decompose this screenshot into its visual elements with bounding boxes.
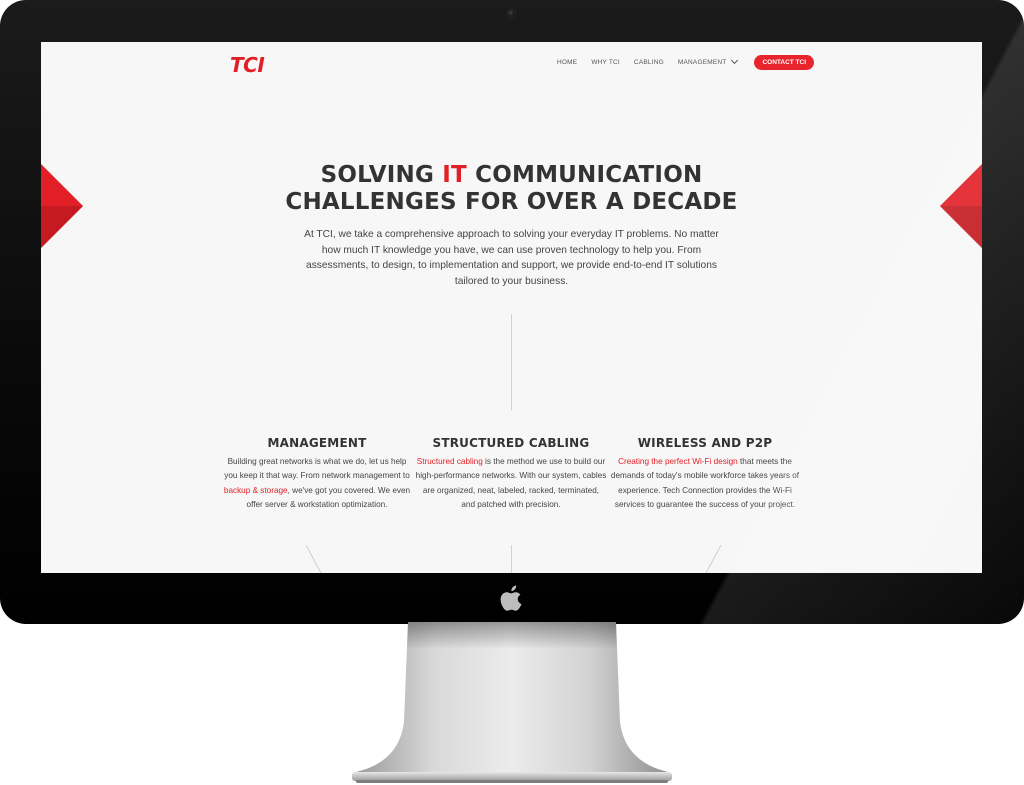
- column-title: STRUCTURED CABLING: [432, 436, 590, 450]
- nav-management[interactable]: MANAGEMENT: [677, 56, 739, 66]
- hero-description: At TCI, we take a comprehensive approach…: [304, 229, 719, 287]
- column-link[interactable]: Creating the perfect Wi-Fi design: [618, 457, 738, 466]
- chevron-down-icon: [731, 56, 739, 65]
- column-link[interactable]: Structured cabling: [417, 457, 483, 466]
- column-text: Creating the perfect Wi-Fi design that m…: [609, 455, 801, 512]
- divider-line: [305, 545, 322, 573]
- hero-title-pre: SOLVING: [320, 162, 443, 188]
- column-text: Structured cabling is the method we use …: [415, 455, 607, 512]
- column-management: MANAGEMENT Building great networks is wh…: [221, 436, 413, 512]
- contact-button[interactable]: CONTACT TCI: [754, 54, 815, 70]
- hero-title: SOLVING IT COMMUNICATION CHALLENGES FOR …: [241, 162, 782, 216]
- monitor-stand: [352, 622, 672, 783]
- nav-management-label: MANAGEMENT: [677, 58, 727, 66]
- red-arrow-right-icon[interactable]: [940, 162, 982, 250]
- divider-line: [511, 314, 512, 410]
- column-wireless: WIRELESS AND P2P Creating the perfect Wi…: [609, 436, 801, 512]
- column-title: MANAGEMENT: [267, 436, 367, 450]
- column-title: WIRELESS AND P2P: [637, 436, 773, 450]
- column-structured-cabling: STRUCTURED CABLING Structured cabling is…: [415, 436, 607, 512]
- camera-icon: [507, 9, 516, 18]
- apple-logo-icon: [500, 585, 522, 611]
- divider-line: [705, 545, 722, 573]
- hero-title-accent: IT: [442, 162, 467, 188]
- column-link[interactable]: backup & storage: [224, 486, 288, 495]
- nav-why-tci[interactable]: WHY TCI: [591, 59, 620, 66]
- column-text: Building great networks is what we do, l…: [221, 455, 413, 512]
- nav-cabling[interactable]: CABLING: [634, 59, 664, 66]
- divider-line: [511, 545, 512, 573]
- main-nav: HOME WHY TCI CABLING MANAGEMENT CONTACT …: [557, 54, 815, 70]
- column-text-pre: Building great networks is what we do, l…: [224, 457, 410, 481]
- monitor-bezel: TCI HOME WHY TCI CABLING MANAGEMENT CONT…: [0, 0, 1024, 624]
- website-screen: TCI HOME WHY TCI CABLING MANAGEMENT CONT…: [41, 42, 982, 573]
- red-arrow-left-icon[interactable]: [41, 162, 83, 250]
- nav-home[interactable]: HOME: [557, 59, 577, 66]
- site-logo[interactable]: TCI: [230, 53, 265, 77]
